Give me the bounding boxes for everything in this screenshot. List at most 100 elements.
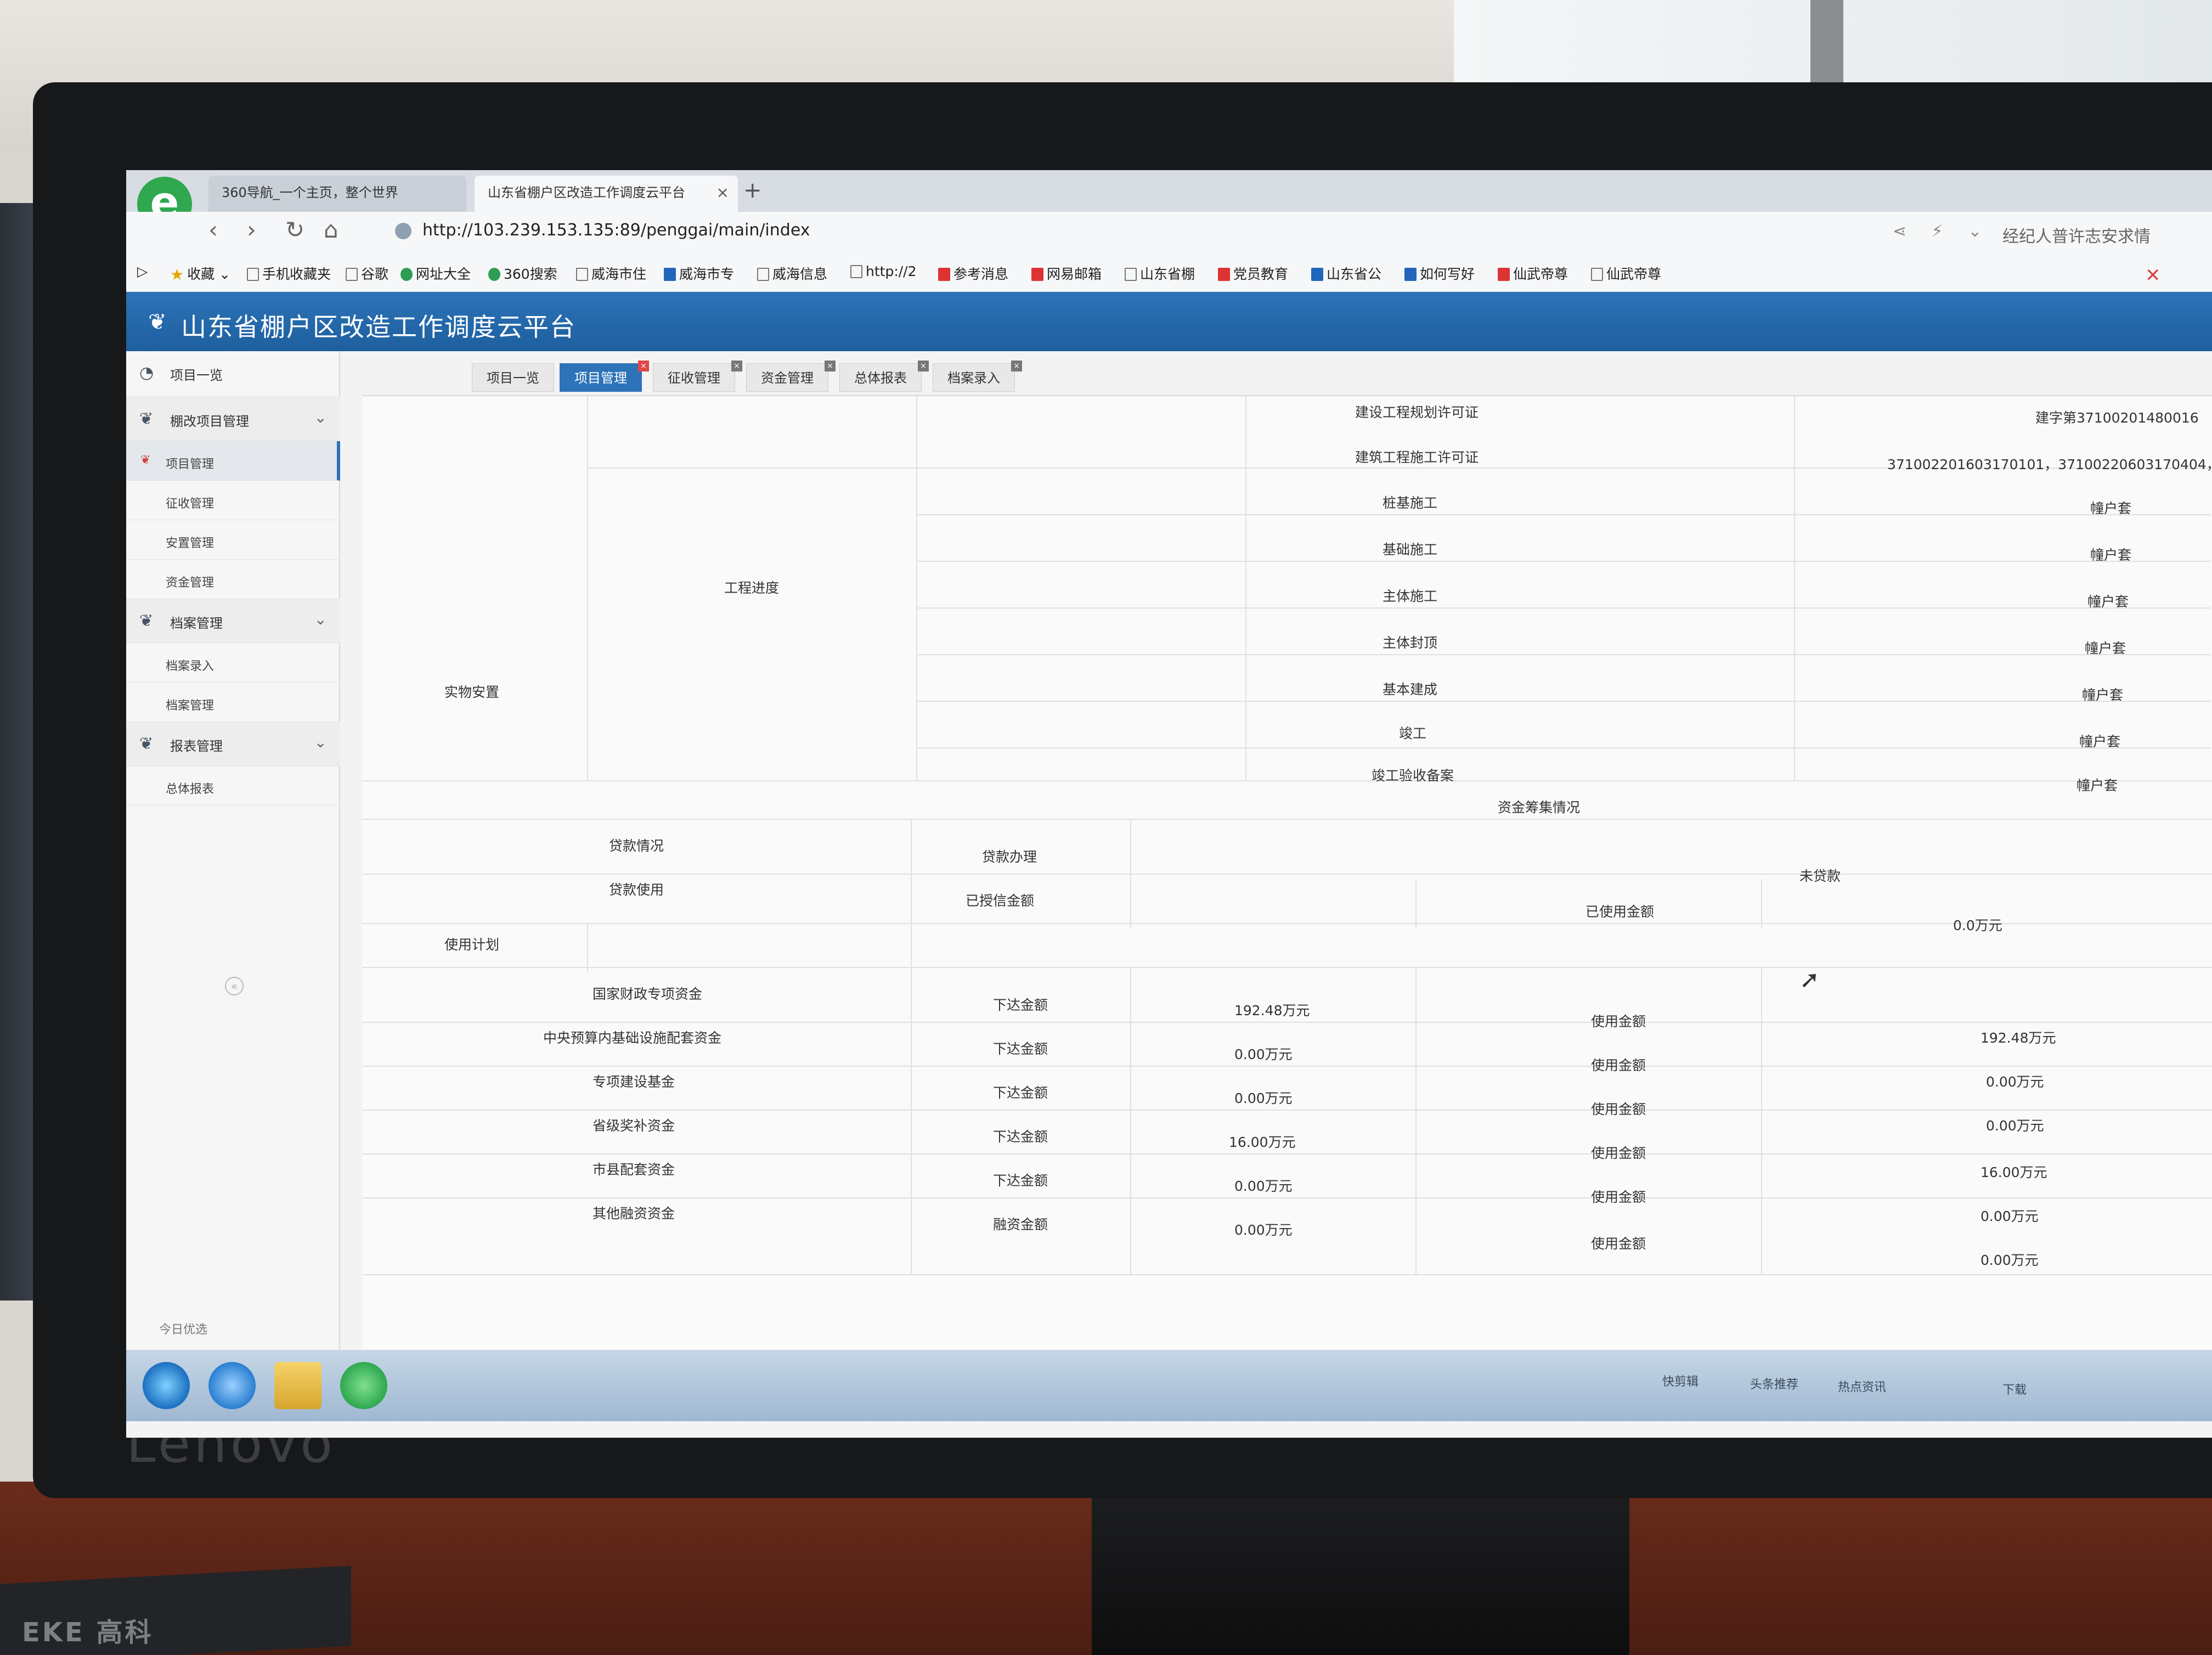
section-physical-label: 实物安置 bbox=[444, 684, 500, 700]
bookmark-item[interactable]: 360搜索 bbox=[488, 263, 557, 283]
fund-name: 市县配套资金 bbox=[592, 1162, 675, 1178]
internet-explorer-icon[interactable] bbox=[208, 1362, 256, 1409]
share-icon[interactable]: ⋖ ⚡ ⌄ bbox=[1893, 222, 1991, 241]
close-icon[interactable]: × bbox=[716, 176, 729, 210]
windows-taskbar bbox=[126, 1350, 2212, 1421]
sidebar-item-archive-manage[interactable]: 档案管理 bbox=[126, 683, 340, 722]
bookmark-item[interactable]: 如何写好 bbox=[1404, 263, 1475, 283]
loan-usage-label: 贷款使用 bbox=[609, 882, 664, 898]
bookmark-item[interactable]: 网易邮箱 bbox=[1031, 263, 1102, 283]
tray-item[interactable]: 下载 bbox=[2002, 1380, 2027, 1398]
tray-item[interactable]: 头条推荐 bbox=[1750, 1375, 1798, 1392]
grid-line bbox=[1130, 967, 1131, 1274]
loan-status-value: 未贷款 bbox=[1799, 868, 1841, 884]
progress-value: 幢户套 bbox=[2090, 500, 2132, 516]
tab-funds[interactable]: 资金管理 × bbox=[746, 361, 836, 392]
bookmark-item[interactable]: 仙武帝尊 bbox=[1498, 263, 1568, 283]
tray-item[interactable]: 快剪辑 bbox=[1662, 1372, 1699, 1389]
page-icon bbox=[576, 268, 588, 281]
progress-label: 主体封顶 bbox=[1383, 635, 1438, 651]
sidebar-item-project[interactable]: ❦ 项目管理 bbox=[126, 441, 340, 481]
tab-expropriation[interactable]: 征收管理 × bbox=[653, 361, 742, 392]
grid-line bbox=[1415, 967, 1417, 1274]
home-icon[interactable]: ⌂ bbox=[324, 216, 338, 243]
app-header: ❦ 山东省棚户区改造工作调度云平台 bbox=[126, 292, 2212, 351]
file-explorer-icon[interactable] bbox=[274, 1362, 321, 1409]
grid-line bbox=[916, 561, 2211, 562]
bookmark-item[interactable]: 山东省公 bbox=[1311, 263, 1381, 283]
grid-line bbox=[1245, 396, 1246, 780]
sidebar-item-archive-entry[interactable]: 档案录入 bbox=[126, 643, 340, 683]
page-icon bbox=[247, 268, 259, 281]
sidebar-group-reports[interactable]: ❦ 报表管理 ⌄ bbox=[126, 722, 340, 766]
close-icon[interactable]: × bbox=[1011, 361, 1022, 371]
new-tab-button[interactable]: + bbox=[743, 178, 762, 203]
dashboard-icon: ◔ bbox=[139, 363, 154, 382]
sidebar-item-expropriation[interactable]: 征收管理 bbox=[126, 481, 340, 520]
tab-label: 项目管理 bbox=[574, 370, 627, 386]
tab-archive-entry[interactable]: 档案录入 × bbox=[933, 361, 1022, 392]
sidebar-item-overall-report[interactable]: 总体报表 bbox=[126, 766, 340, 806]
mail-icon bbox=[1031, 268, 1043, 281]
browser-tab-360[interactable]: 360导航_一个主页，整个世界 bbox=[208, 176, 466, 212]
bookmark-item[interactable]: 手机收藏夹 bbox=[247, 263, 331, 283]
bookmark-item[interactable]: 党员教育 bbox=[1218, 263, 1288, 283]
fund-used-label: 使用金额 bbox=[1591, 1057, 1646, 1073]
back-icon[interactable]: ‹ bbox=[208, 216, 218, 243]
bookmarks-toggle-icon[interactable]: ▷ bbox=[137, 263, 148, 279]
close-icon[interactable]: × bbox=[825, 361, 836, 371]
bookmark-item[interactable]: 威海市专 bbox=[664, 263, 734, 283]
bookmark-item[interactable]: 威海信息 bbox=[757, 263, 827, 283]
leaf-icon: ❦ bbox=[139, 734, 154, 753]
grid-line bbox=[916, 747, 2211, 748]
mail-icon bbox=[1311, 268, 1323, 281]
start-button-icon[interactable] bbox=[143, 1362, 190, 1409]
footer-recommendation[interactable]: 今日优选 bbox=[159, 1320, 207, 1337]
screen: 360导航_一个主页，整个世界 山东省棚户区改造工作调度云平台 × + e ‹ … bbox=[126, 170, 2212, 1438]
sidebar-group-renovation[interactable]: ❦ 棚改项目管理 ⌄ bbox=[126, 397, 340, 441]
tab-report[interactable]: 总体报表 × bbox=[839, 361, 929, 392]
sidebar-item-resettlement[interactable]: 安置管理 bbox=[126, 520, 340, 560]
fund-issued-label: 下达金额 bbox=[993, 1173, 1048, 1189]
tab-overview[interactable]: 项目一览 bbox=[472, 363, 554, 392]
sidebar-item-overview[interactable]: ◔ 项目一览 bbox=[126, 351, 340, 397]
tray-item[interactable]: 热点资讯 bbox=[1838, 1377, 1886, 1395]
sidebar-group-archives[interactable]: ❦ 档案管理 ⌄ bbox=[126, 599, 340, 643]
grid-line bbox=[1415, 879, 1417, 928]
bookmark-item[interactable]: 网址大全 bbox=[400, 263, 471, 283]
bookmark-item[interactable]: 仙武帝尊 bbox=[1591, 263, 1661, 283]
close-icon[interactable]: ✕ bbox=[2145, 264, 2161, 286]
360-browser-icon[interactable] bbox=[340, 1362, 387, 1409]
progress-value: 幢户套 bbox=[2079, 734, 2121, 750]
sidebar-item-label: 档案录入 bbox=[166, 660, 215, 673]
fund-issued-value: 0.00万元 bbox=[1234, 1046, 1293, 1062]
close-icon[interactable]: × bbox=[731, 361, 742, 371]
forward-icon[interactable]: › bbox=[247, 216, 256, 243]
fund-name: 中央预算内基础设施配套资金 bbox=[543, 1030, 722, 1046]
browser-tab-platform[interactable]: 山东省棚户区改造工作调度云平台 × bbox=[475, 176, 738, 212]
sidebar: ◔ 项目一览 ❦ 棚改项目管理 ⌄ ❦ 项目管理 征收管理 安置管理 资金管理 … bbox=[126, 351, 340, 1421]
loan-handling-label: 贷款办理 bbox=[982, 849, 1037, 865]
sword-icon bbox=[1498, 268, 1510, 281]
url-field[interactable]: http://103.239.153.135:89/penggai/main/i… bbox=[422, 221, 810, 240]
sidebar-item-funds[interactable]: 资金管理 bbox=[126, 560, 340, 599]
news-ticker[interactable]: 经纪人普许志安求情 bbox=[2002, 223, 2151, 247]
grid-line bbox=[916, 396, 917, 780]
fund-issued-value: 0.00万元 bbox=[1234, 1090, 1293, 1106]
bookmark-item[interactable]: 参考消息 bbox=[938, 263, 1008, 283]
bookmark-item[interactable]: ★ 收藏 ⌄ bbox=[170, 263, 230, 284]
bookmark-item[interactable]: http://2 bbox=[850, 263, 917, 279]
close-icon[interactable]: × bbox=[638, 361, 649, 371]
refresh-icon[interactable]: ↻ bbox=[285, 216, 304, 243]
collapse-sidebar-icon[interactable]: « bbox=[225, 977, 244, 995]
bookmark-item[interactable]: 谷歌 bbox=[346, 263, 388, 283]
close-icon[interactable]: × bbox=[918, 361, 929, 371]
fund-issued-value: 16.00万元 bbox=[1229, 1134, 1296, 1150]
grid-line bbox=[362, 780, 2212, 781]
bookmarks-bar: ▷ ★ 收藏 ⌄ 手机收藏夹 谷歌 网址大全 360搜索 威海市住 威海市专 威海… bbox=[126, 254, 2212, 292]
bookmark-item[interactable]: 威海市住 bbox=[576, 263, 646, 283]
grid-line bbox=[362, 1274, 2212, 1275]
tab-project[interactable]: 项目管理 × bbox=[560, 361, 649, 392]
loan-used-value: 0.0万元 bbox=[1953, 917, 2002, 933]
bookmark-item[interactable]: 山东省棚 bbox=[1125, 263, 1195, 283]
